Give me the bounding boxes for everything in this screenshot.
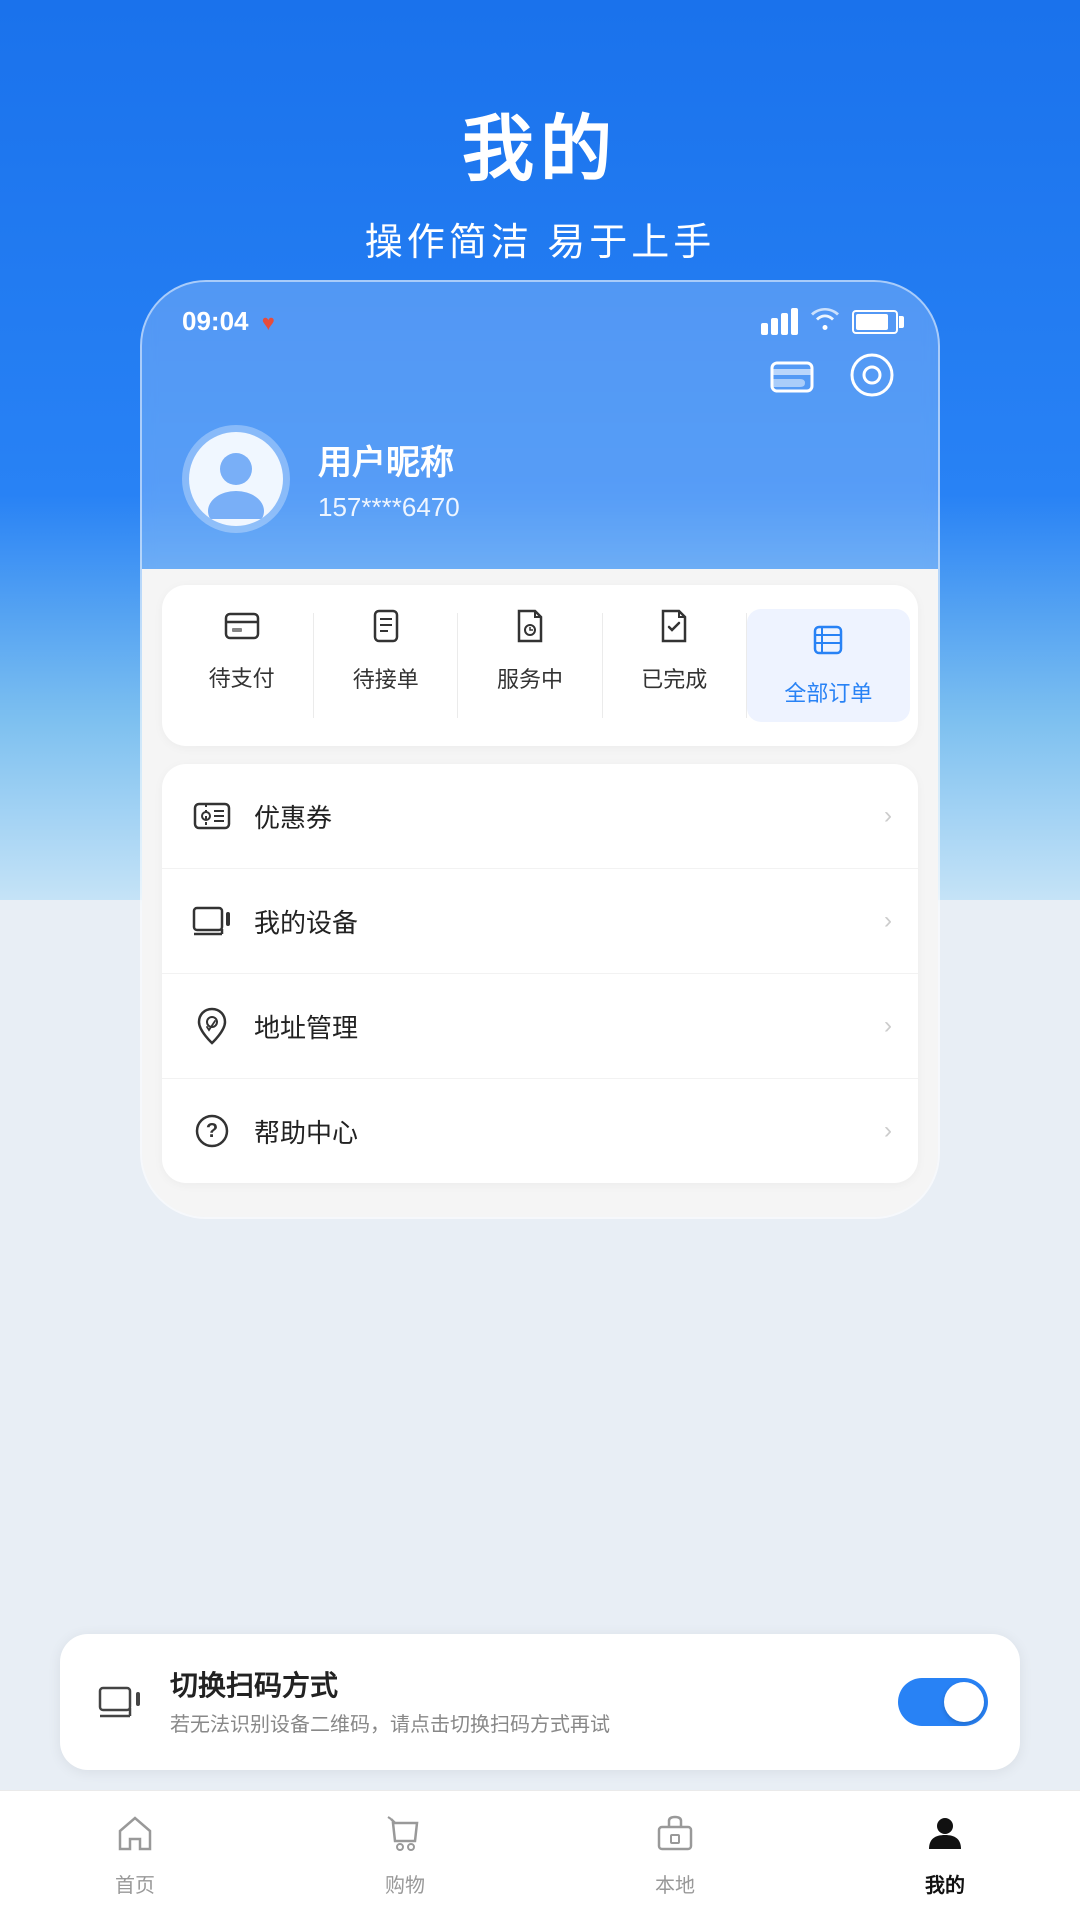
nav-item-local[interactable]: 本地 — [540, 1791, 810, 1920]
pending-pay-icon — [224, 609, 260, 651]
fixed-bottom: 切换扫码方式 若无法识别设备二维码，请点击切换扫码方式再试 首页 — [0, 1634, 1080, 1920]
address-icon — [188, 1002, 236, 1050]
wifi-icon — [810, 306, 840, 337]
device-icon — [188, 897, 236, 945]
pending-accept-icon — [369, 609, 403, 652]
menu-item-address[interactable]: 地址管理 › — [162, 974, 918, 1079]
help-label: 帮助中心 — [254, 1113, 884, 1150]
in-service-label: 服务中 — [497, 662, 563, 694]
wallet-icon[interactable] — [766, 349, 818, 401]
shop-icon — [385, 1813, 425, 1863]
profile-info: 用户昵称 157****6470 — [318, 435, 460, 523]
menu-item-help[interactable]: ? 帮助中心 › — [162, 1079, 918, 1183]
status-bar: 09:04 ♥ — [142, 282, 938, 345]
local-icon — [655, 1813, 695, 1863]
nav-item-shop[interactable]: 购物 — [270, 1791, 540, 1920]
all-orders-label: 全部订单 — [784, 676, 872, 708]
order-tab-all[interactable]: 全部订单 — [747, 609, 910, 722]
phone-body: 待支付 待接单 — [142, 569, 938, 1217]
completed-label: 已完成 — [641, 662, 707, 694]
nav-shop-label: 购物 — [385, 1869, 425, 1898]
page-title-area: 我的 操作简洁 易于上手 — [0, 0, 1080, 266]
profile-name: 用户昵称 — [318, 435, 460, 484]
device-arrow: › — [884, 907, 892, 935]
pending-accept-label: 待接单 — [353, 662, 419, 694]
order-tab-in-service[interactable]: 服务中 — [458, 609, 601, 722]
app-root: 我的 操作简洁 易于上手 09:04 ♥ — [0, 0, 1080, 1920]
top-icons-row — [142, 345, 938, 409]
pending-pay-label: 待支付 — [209, 661, 275, 693]
avatar-inner — [189, 432, 283, 526]
status-time: 09:04 ♥ — [182, 306, 275, 337]
all-orders-icon — [811, 623, 845, 666]
profile-phone: 157****6470 — [318, 492, 460, 523]
order-tab-completed[interactable]: 已完成 — [603, 609, 746, 722]
coupons-arrow: › — [884, 802, 892, 830]
toggle-knob — [944, 1682, 984, 1722]
page-title: 我的 — [462, 90, 618, 195]
coupons-label: 优惠券 — [254, 798, 884, 835]
bottom-nav: 首页 购物 — [0, 1790, 1080, 1920]
phone-frame: 09:04 ♥ — [140, 280, 940, 1219]
home-icon — [115, 1813, 155, 1863]
avatar[interactable] — [182, 425, 290, 533]
nav-item-home[interactable]: 首页 — [0, 1791, 270, 1920]
scan-desc: 若无法识别设备二维码，请点击切换扫码方式再试 — [170, 1710, 876, 1740]
signal-icon — [761, 308, 798, 335]
status-right — [761, 306, 898, 337]
menu-card: 优惠券 › 我的设备 › — [162, 764, 918, 1183]
nav-item-mine[interactable]: 我的 — [810, 1791, 1080, 1920]
heart-icon: ♥ — [262, 310, 275, 335]
battery-icon — [852, 310, 898, 334]
in-service-icon — [513, 609, 547, 652]
help-icon: ? — [188, 1107, 236, 1155]
scan-texts: 切换扫码方式 若无法识别设备二维码，请点击切换扫码方式再试 — [170, 1664, 876, 1740]
order-tab-pending-accept[interactable]: 待接单 — [314, 609, 457, 722]
mine-icon — [925, 1813, 965, 1863]
order-tab-pending-pay[interactable]: 待支付 — [170, 609, 313, 722]
svg-text:?: ? — [206, 1120, 218, 1142]
settings-icon[interactable] — [846, 349, 898, 401]
scan-icon — [92, 1674, 148, 1730]
menu-item-device[interactable]: 我的设备 › — [162, 869, 918, 974]
address-arrow: › — [884, 1012, 892, 1040]
page-subtitle: 操作简洁 易于上手 — [365, 211, 716, 266]
nav-local-label: 本地 — [655, 1869, 695, 1898]
nav-mine-label: 我的 — [925, 1869, 965, 1898]
coupons-icon — [188, 792, 236, 840]
device-label: 我的设备 — [254, 903, 884, 940]
help-arrow: › — [884, 1117, 892, 1145]
scan-title: 切换扫码方式 — [170, 1664, 876, 1704]
address-label: 地址管理 — [254, 1008, 884, 1045]
scan-toggle[interactable] — [898, 1678, 988, 1726]
profile-row: 用户昵称 157****6470 — [142, 409, 938, 569]
nav-home-label: 首页 — [115, 1869, 155, 1898]
completed-icon — [657, 609, 691, 652]
scan-switch-card: 切换扫码方式 若无法识别设备二维码，请点击切换扫码方式再试 — [60, 1634, 1020, 1770]
orders-card: 待支付 待接单 — [162, 585, 918, 746]
time-text: 09:04 — [182, 306, 249, 336]
menu-item-coupons[interactable]: 优惠券 › — [162, 764, 918, 869]
